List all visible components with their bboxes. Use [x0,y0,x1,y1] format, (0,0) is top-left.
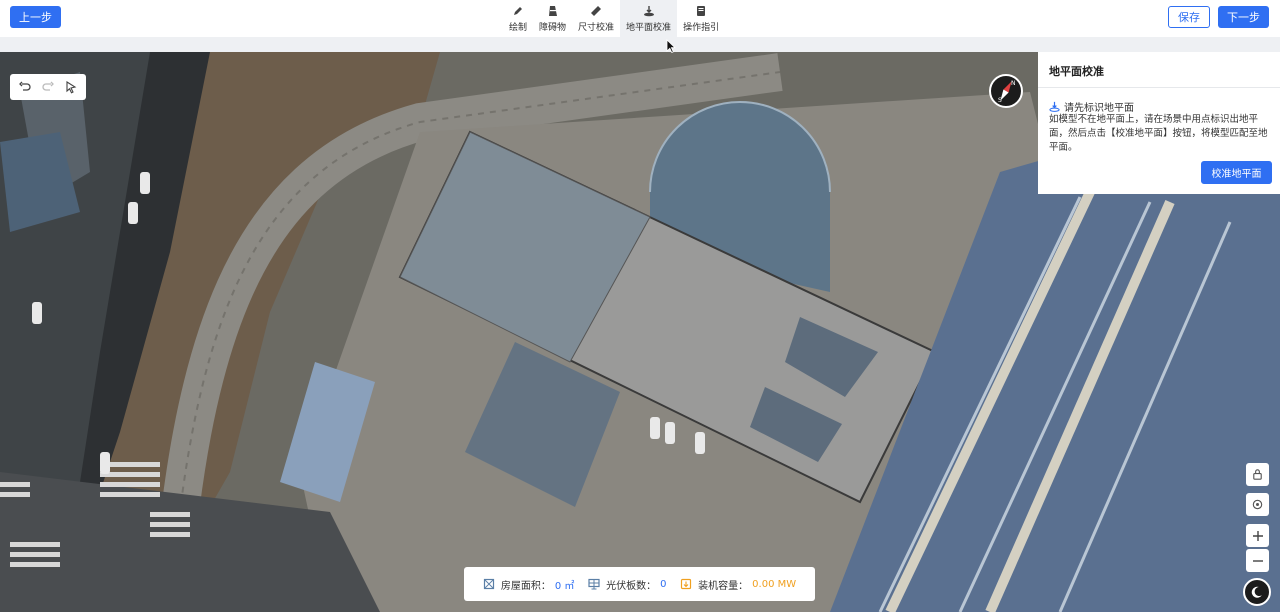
locate-target-icon [1252,499,1263,510]
zoom-out-button[interactable] [1246,549,1269,572]
minus-icon [1252,559,1263,562]
panel-title: 地平面校准 [1049,65,1104,78]
zoom-in-button[interactable] [1246,524,1269,547]
compass-icon[interactable]: N S [989,74,1023,108]
panels-value: 0 [660,578,667,590]
tool-draw[interactable]: 绘制 [503,0,533,37]
svg-text:N: N [1011,80,1016,87]
tool-draw-label: 绘制 [509,22,528,33]
stat-installed-capacity: 装机容量： 0.00 MW [680,577,796,592]
tool-operation-guide-label: 操作指引 [683,22,720,33]
tool-operation-guide[interactable]: 操作指引 [677,0,725,37]
edit-history-toolbar [10,74,86,100]
mouse-pointer-icon [666,38,676,57]
next-step-button[interactable]: 下一步 [1218,6,1269,28]
tool-size-calibration[interactable]: 尺寸校准 [572,0,620,37]
obstacle-icon [548,5,557,16]
night-mode-button[interactable] [1243,578,1271,606]
tool-size-calibration-label: 尺寸校准 [578,22,615,33]
select-cursor-icon[interactable] [63,79,79,95]
save-button[interactable]: 保存 [1168,6,1210,28]
solar-panel-icon [588,578,600,590]
ground-point-icon [1049,101,1060,112]
toolbar-divider-strip [0,37,1280,52]
undo-icon[interactable] [17,79,33,95]
previous-step-button[interactable]: 上一步 [10,6,61,28]
capacity-value: 0.00 MW [752,578,797,590]
lock-icon [1253,469,1262,480]
locate-button[interactable] [1246,493,1269,516]
tool-obstacle[interactable]: 障碍物 [533,0,572,37]
lock-view-button[interactable] [1246,463,1269,486]
plus-icon [1252,530,1263,541]
ruler-icon [591,5,602,16]
capacity-label: 装机容量： [698,580,749,592]
stat-roof-area: 房屋面积： 0 ㎡ [483,577,575,592]
tool-ground-calibration[interactable]: 地平面校准 [620,0,678,37]
panels-label: 光伏板数： [606,580,657,592]
stat-panel-count: 光伏板数： 0 [588,577,666,592]
area-label: 房屋面积： [500,580,551,592]
tool-ground-calibration-label: 地平面校准 [626,22,672,33]
tool-tabs: 绘制 障碍物 尺寸校准 地平面校准 操作指引 [503,0,725,37]
svg-text:S: S [998,97,1002,104]
tool-obstacle-label: 障碍物 [539,22,567,33]
ground-calibration-panel: 地平面校准 请先标识地平面 如模型不在地平面上，请在场景中用点标识出地平面，然后… [1038,52,1280,194]
panel-step-heading: 请先标识地平面 [1049,99,1134,114]
redo-icon[interactable] [40,79,56,95]
area-icon [483,578,494,590]
ground-plane-icon [643,5,654,16]
pen-icon [514,6,522,15]
capacity-icon [681,578,692,590]
area-value: 0 ㎡ [554,580,575,592]
panel-description: 如模型不在地平面上，请在场景中用点标识出地平面，然后点击【校准地平面】按钮，将模… [1049,114,1268,153]
stats-bar: 房屋面积： 0 ㎡ 光伏板数： 0 装机容量： 0.00 MW [464,567,815,601]
panel-divider [1038,87,1280,88]
calibrate-ground-button[interactable]: 校准地平面 [1201,161,1272,184]
guide-book-icon [697,5,706,16]
top-toolbar: 上一步 绘制 障碍物 尺寸校准 地平面校准 操作指引 保存 下一步 [0,0,1280,37]
panel-step-title: 请先标识地平面 [1064,103,1134,114]
moon-icon [1251,586,1262,598]
